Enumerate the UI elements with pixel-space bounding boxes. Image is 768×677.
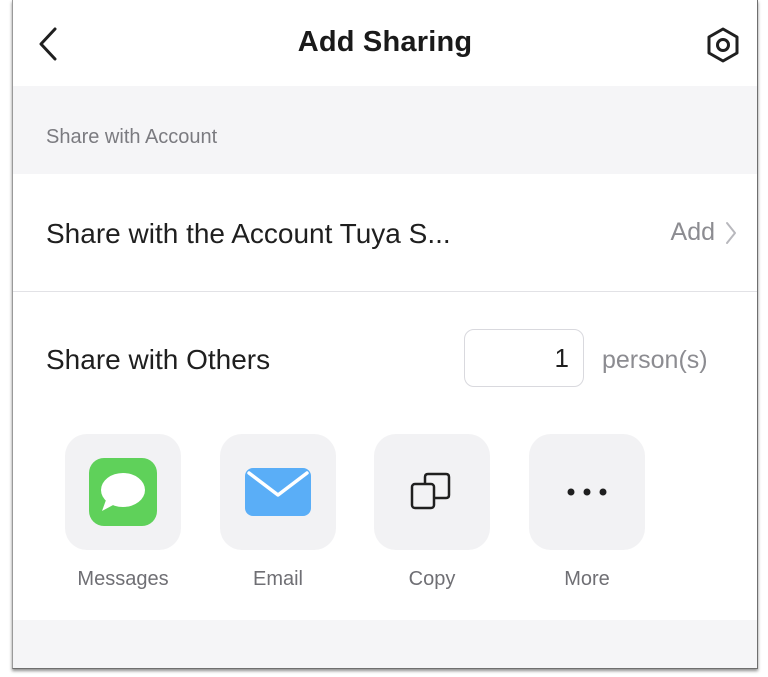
copy-tile[interactable] [374, 434, 490, 550]
share-option-messages[interactable]: Messages [65, 434, 181, 591]
chevron-right-icon [726, 221, 736, 244]
share-with-account-row[interactable]: Share with the Account Tuya S... Add [13, 174, 757, 292]
page-title: Add Sharing [297, 26, 473, 58]
add-label: Add [670, 218, 715, 246]
copy-icon [410, 472, 451, 510]
share-option-more[interactable]: More [529, 434, 645, 591]
email-label: Email [252, 568, 303, 590]
messages-tile[interactable] [65, 434, 181, 550]
more-tile[interactable] [529, 434, 645, 550]
person-count-unit: person(s) [602, 346, 708, 374]
share-with-others-label: Share with Others [46, 344, 271, 375]
section-header-share-with-account: Share with Account [46, 126, 218, 148]
settings-button[interactable] [703, 25, 743, 65]
email-tile[interactable] [220, 434, 336, 550]
settings-hexagon-icon [707, 27, 739, 63]
more-label: More [564, 568, 610, 590]
app-screen: Add Sharing Share with Account Share wit… [12, 0, 758, 669]
share-with-account-label: Share with the Account Tuya S... [46, 218, 451, 249]
messages-icon [89, 458, 157, 526]
share-with-others-section: Share with Others person(s) Messages Ema… [13, 292, 757, 620]
top-bar: Add Sharing [13, 0, 757, 86]
person-count-input[interactable] [464, 329, 584, 387]
copy-label: Copy [408, 568, 456, 590]
messages-label: Messages [77, 568, 169, 590]
share-option-email[interactable]: Email [220, 434, 336, 591]
more-icon [567, 488, 607, 496]
add-account-share-button[interactable]: Add [671, 218, 737, 247]
share-option-copy[interactable]: Copy [374, 434, 490, 591]
email-icon [245, 468, 311, 516]
